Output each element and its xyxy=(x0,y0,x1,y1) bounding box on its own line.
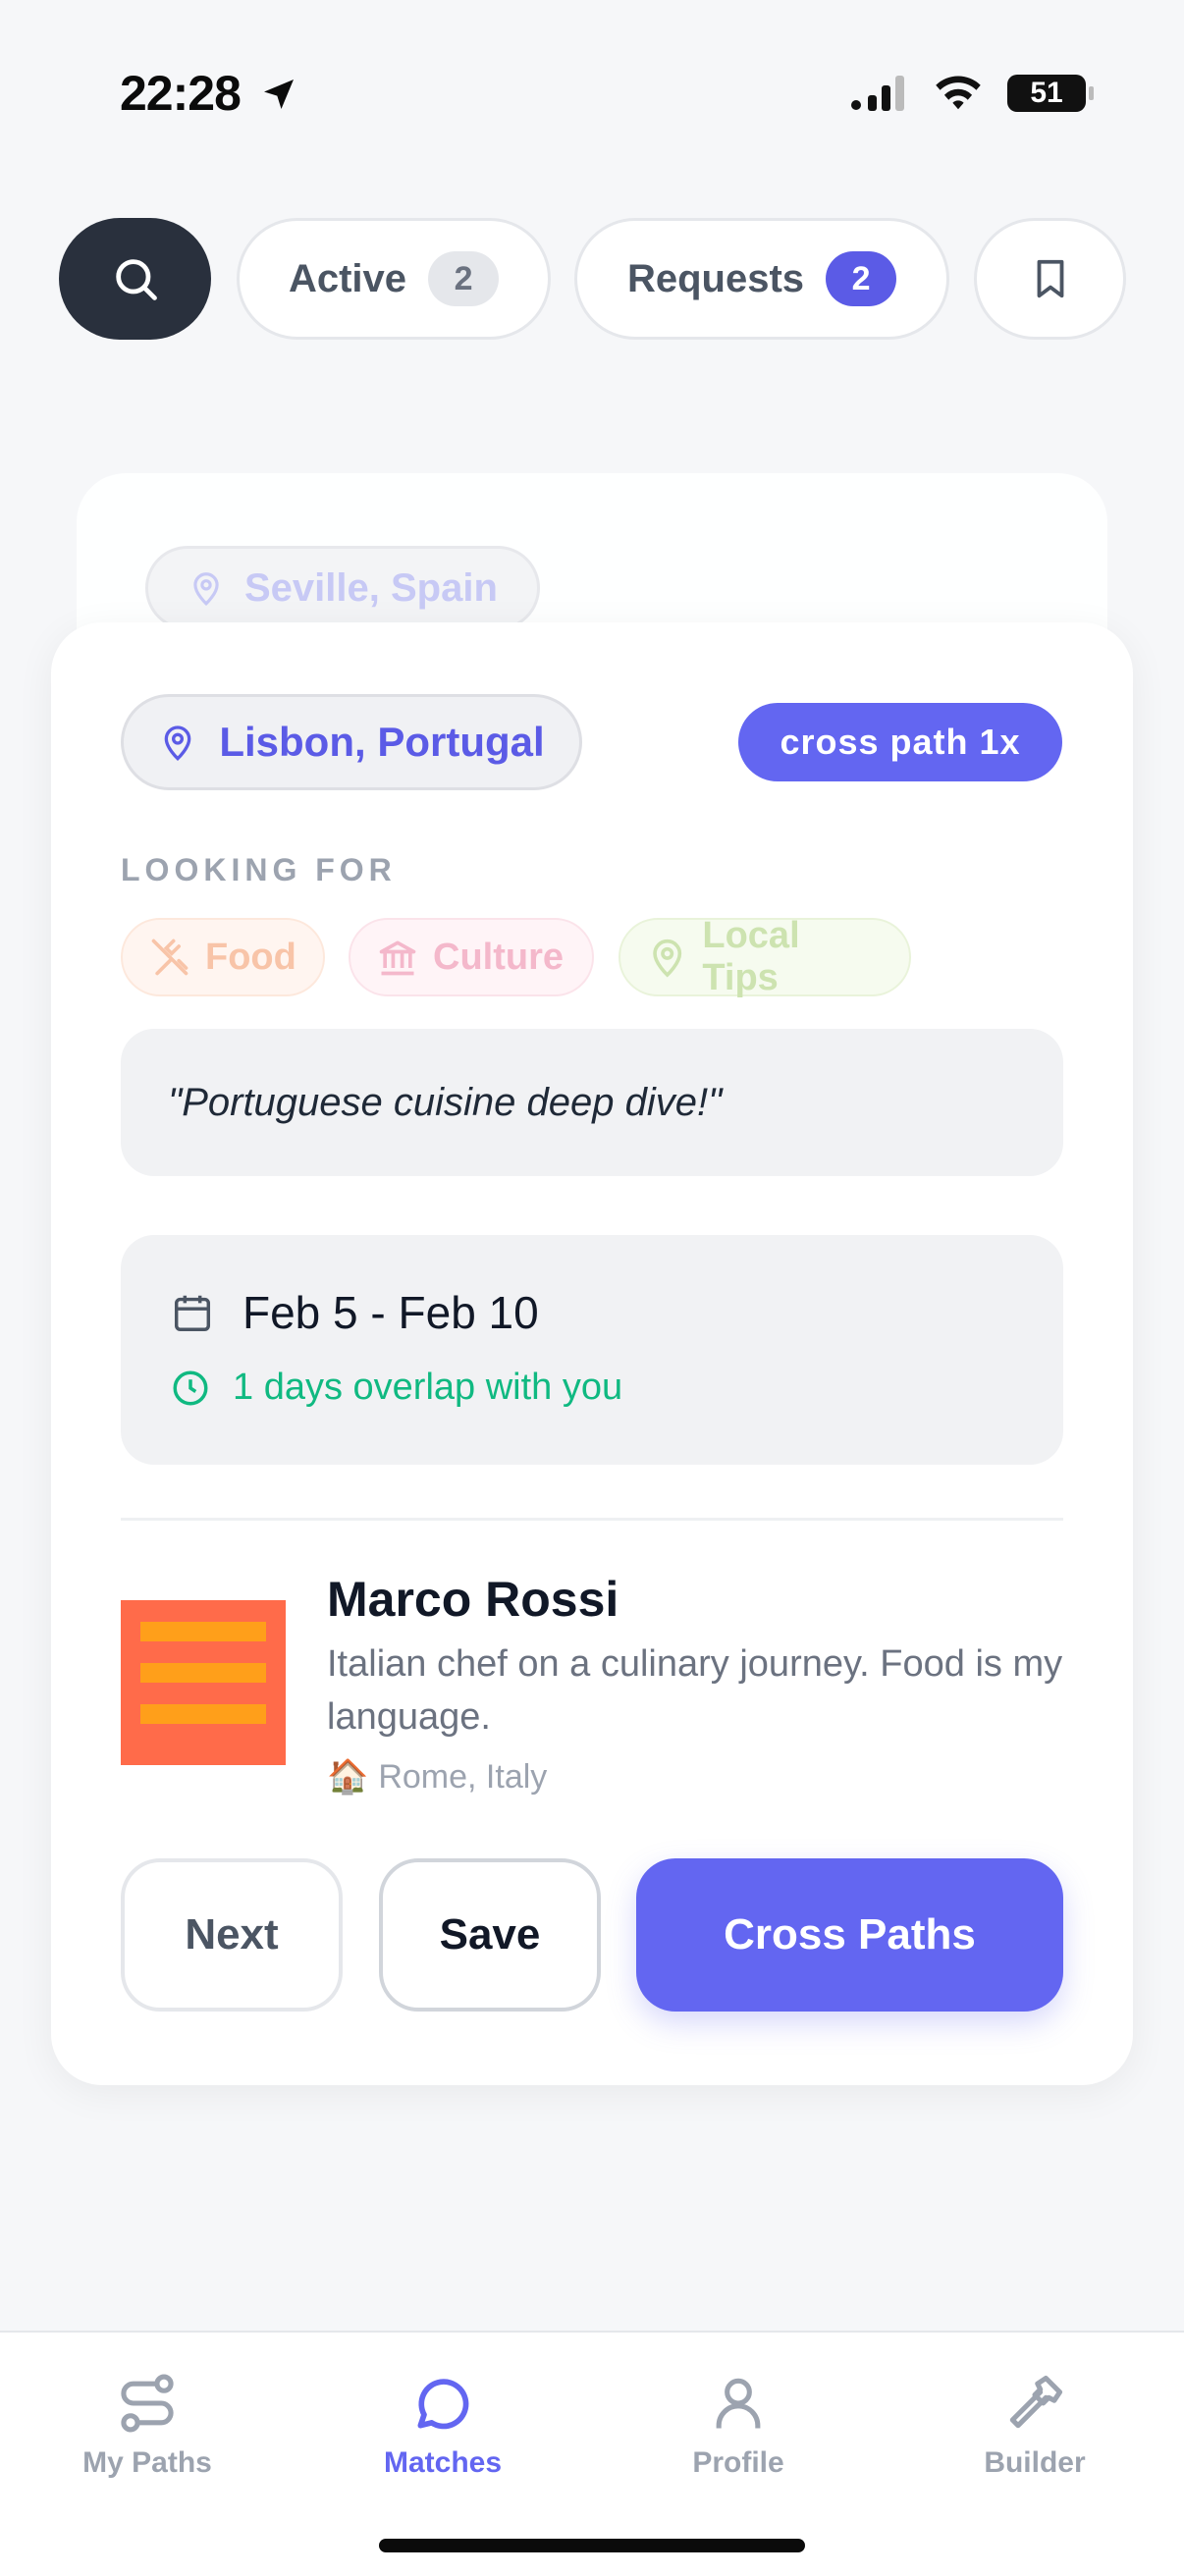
nav-builder[interactable]: Builder xyxy=(917,2370,1153,2480)
user-name: Marco Rossi xyxy=(327,1572,619,1627)
search-button[interactable] xyxy=(59,218,211,340)
home-indicator[interactable] xyxy=(379,2539,805,2552)
back-card-location-text: Seville, Spain xyxy=(244,565,498,610)
nav-profile-label: Profile xyxy=(692,2446,784,2479)
cross-path-badge: cross path 1x xyxy=(738,703,1062,781)
status-time-text: 22:28 xyxy=(120,66,242,121)
overlap-info: 1 days overlap with you xyxy=(170,1367,622,1409)
requests-count-badge: 2 xyxy=(826,251,897,306)
search-icon xyxy=(115,259,157,300)
date-range-text: Feb 5 - Feb 10 xyxy=(242,1287,539,1338)
clock-icon xyxy=(173,1370,208,1405)
battery-indicator: 51 xyxy=(1007,75,1094,112)
save-button[interactable]: Save xyxy=(379,1858,601,2012)
user-home-text: Rome, Italy xyxy=(378,1757,548,1796)
map-pin-icon xyxy=(193,572,219,606)
tag-local-tips: Local Tips xyxy=(619,915,911,998)
utensils-crossed-icon xyxy=(151,939,188,976)
tab-active[interactable]: Active 2 xyxy=(237,218,551,340)
tag-culture: Culture xyxy=(349,918,594,996)
location-arrow-icon xyxy=(263,80,294,109)
saved-button[interactable] xyxy=(974,218,1126,340)
status-icons: 51 xyxy=(848,69,1094,118)
nav-my-paths[interactable]: My Paths xyxy=(29,2370,265,2480)
active-count-badge: 2 xyxy=(428,251,500,306)
user-home: 🏠 Rome, Italy xyxy=(327,1757,547,1797)
divider xyxy=(121,1518,1063,1521)
user-bio: Italian chef on a culinary journey. Food… xyxy=(327,1643,1063,1738)
tag-local-tips-label: Local Tips xyxy=(702,915,800,998)
nav-builder-label: Builder xyxy=(984,2446,1086,2479)
date-range: Feb 5 - Feb 10 xyxy=(170,1286,539,1339)
nav-my-paths-label: My Paths xyxy=(82,2446,212,2479)
tab-requests[interactable]: Requests 2 xyxy=(574,218,949,340)
tab-requests-label: Requests xyxy=(626,256,805,300)
cross-paths-button[interactable]: Cross Paths xyxy=(636,1858,1063,2012)
map-pin-icon xyxy=(653,939,682,978)
destination-location: Lisbon, Portugal xyxy=(121,694,582,790)
map-pin-icon xyxy=(164,725,191,761)
next-button[interactable]: Next xyxy=(121,1858,343,2012)
avatar[interactable] xyxy=(121,1600,286,1765)
landmark-icon xyxy=(379,940,416,976)
chat-bubble-icon xyxy=(417,2379,469,2430)
dates-box xyxy=(121,1235,1063,1465)
wifi-icon xyxy=(936,76,981,110)
tag-food-label: Food xyxy=(205,936,296,978)
destination-location-text: Lisbon, Portugal xyxy=(219,719,545,765)
tag-food: Food xyxy=(121,918,325,996)
battery-level: 51 xyxy=(1030,77,1063,109)
trip-quote: "Portuguese cuisine deep dive!" xyxy=(121,1029,1063,1176)
nav-profile[interactable]: Profile xyxy=(620,2370,856,2480)
nav-matches-label: Matches xyxy=(383,2446,503,2479)
calendar-icon xyxy=(174,1295,211,1331)
user-icon xyxy=(716,2378,761,2429)
cellular-signal-icon xyxy=(851,76,904,111)
overlap-text: 1 days overlap with you xyxy=(233,1367,623,1408)
status-time: 22:28 xyxy=(120,65,298,122)
bookmark-icon xyxy=(1037,259,1063,298)
back-card-location: Seville, Spain xyxy=(145,546,540,630)
nav-matches[interactable]: Matches xyxy=(325,2370,561,2480)
looking-for-label: LOOKING FOR xyxy=(121,852,397,887)
route-icon xyxy=(121,2374,174,2433)
tag-culture-label: Culture xyxy=(433,936,564,978)
tab-active-label: Active xyxy=(288,256,407,300)
hammer-icon xyxy=(1009,2375,1063,2429)
house-icon: 🏠 xyxy=(327,1758,369,1796)
